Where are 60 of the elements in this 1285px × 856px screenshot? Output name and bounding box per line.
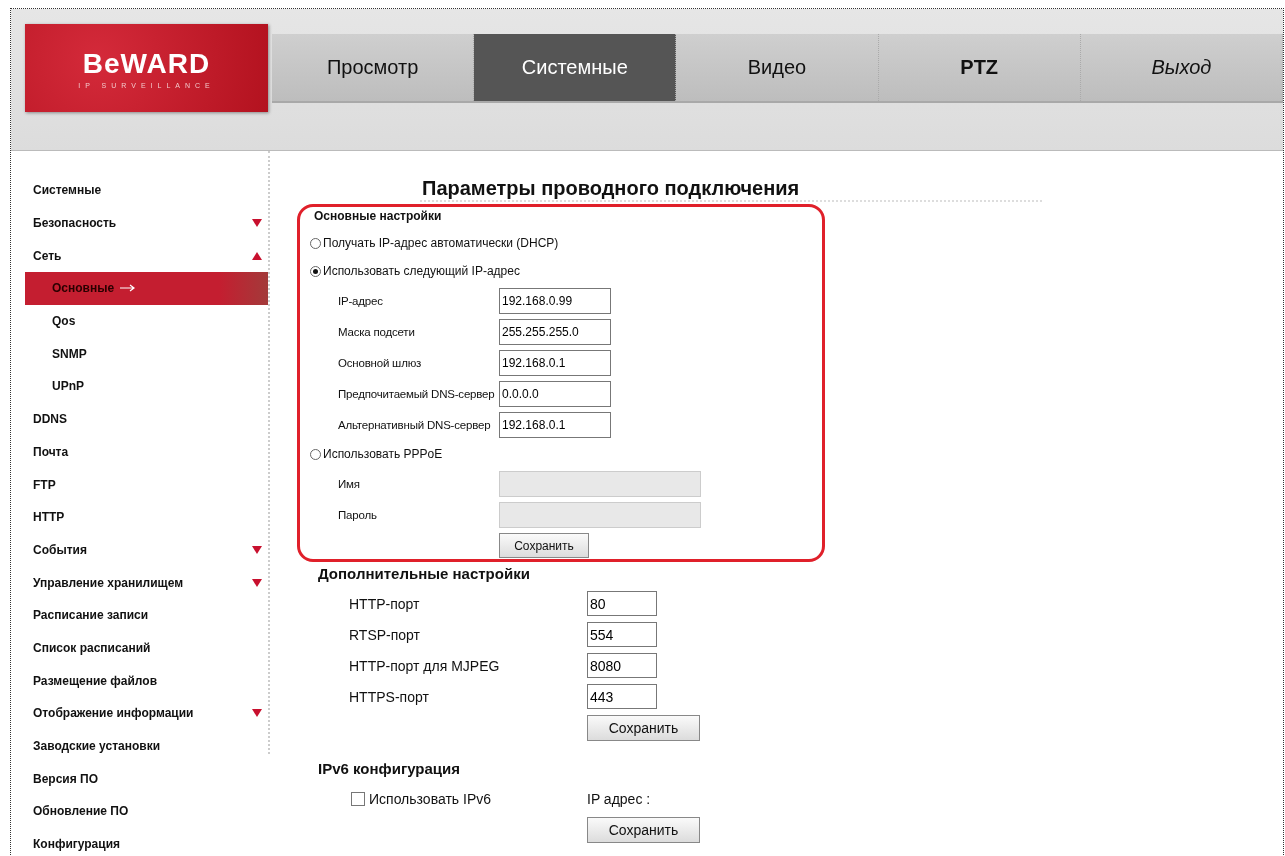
field-label: IP-адрес	[337, 294, 384, 307]
sidebar-item[interactable]: FTP	[25, 468, 268, 501]
sidebar-item[interactable]: DDNS	[25, 402, 268, 436]
field-label: HTTP-порт	[348, 595, 421, 612]
input-field[interactable]: 192.168.0.99	[499, 287, 611, 314]
checkbox-label: Использовать IPv6	[369, 790, 491, 807]
field-label: HTTP-порт для MJPEG	[348, 657, 501, 674]
field-label: Пароль	[337, 508, 378, 521]
input-field[interactable]: 255.255.255.0	[499, 318, 611, 345]
nav-tab[interactable]: Выход	[1080, 34, 1283, 101]
input-field[interactable]: 554	[587, 622, 657, 647]
field-label: Предпочитаемый DNS-сервер	[337, 387, 496, 400]
sidebar-item[interactable]: Системные	[25, 174, 268, 207]
checkbox[interactable]	[351, 791, 365, 806]
nav-tab[interactable]: Видео	[676, 34, 879, 101]
sidebar-item[interactable]: Почта	[25, 435, 268, 469]
sidebar-item[interactable]: Qos	[25, 304, 268, 338]
save-button[interactable]: Сохранить	[587, 714, 700, 741]
nav-tab[interactable]: PTZ	[878, 34, 1081, 101]
field-label: Имя	[337, 477, 361, 490]
field-label: HTTPS-порт	[348, 688, 430, 705]
sidebar-item[interactable]: Версия ПО	[25, 762, 268, 796]
sidebar-item[interactable]: Расписание записи	[25, 598, 268, 632]
radio-label: Получать IP-адрес автоматически (DHCP)	[323, 236, 559, 250]
nav-tab[interactable]: Системные	[474, 34, 677, 101]
sidebar-item[interactable]: Обновление ПО	[25, 795, 268, 828]
sidebar-item[interactable]: Заводские установки	[25, 729, 268, 763]
field-label: Альтернативный DNS-сервер	[337, 418, 492, 431]
page-title: Параметры проводного подключения	[422, 177, 800, 199]
field-label: IP адрес :	[587, 790, 651, 807]
sidebar-item[interactable]: Управление хранилищем	[25, 566, 268, 599]
sidebar-item[interactable]: Отображение информации	[25, 697, 268, 730]
section-title: Дополнительные настройки	[318, 564, 531, 584]
sidebar-item[interactable]: UPnP	[25, 370, 268, 403]
sidebar-item[interactable]: Безопасность	[25, 206, 268, 240]
input-field[interactable]: 80	[587, 591, 657, 616]
nav-tab[interactable]: Просмотр	[272, 34, 475, 101]
field-label: RTSP-порт	[348, 626, 421, 643]
right-arrow-icon	[120, 284, 137, 293]
input-field[interactable]: 0.0.0.0	[499, 380, 611, 407]
sidebar-item[interactable]: Сеть	[25, 239, 268, 273]
input-field[interactable]: 8080	[587, 653, 657, 678]
input-field[interactable]: 443	[587, 684, 657, 709]
logo-brand: BeWARD	[82, 47, 211, 80]
radio-label: Использовать следующий IP-адрес	[323, 264, 520, 278]
save-button[interactable]: Сохранить	[499, 533, 589, 558]
sidebar-item[interactable]: Список расписаний	[25, 631, 268, 665]
input-field[interactable]: 192.168.0.1	[499, 411, 611, 438]
save-button[interactable]: Сохранить	[587, 816, 700, 843]
section-title: IPv6 конфигурация	[318, 759, 461, 779]
field-label: Основной шлюз	[337, 356, 423, 369]
sidebar-item[interactable]: События	[25, 533, 268, 567]
field-label: Маска подсети	[337, 325, 416, 338]
sidebar-item[interactable]: HTTP	[25, 500, 268, 534]
sidebar-item[interactable]: Конфигурация	[25, 827, 268, 856]
radio-label: Использовать PPPoE	[323, 447, 443, 461]
input-field[interactable]: 192.168.0.1	[499, 349, 611, 376]
sidebar-item[interactable]: SNMP	[25, 337, 268, 371]
sidebar-item[interactable]: Размещение файлов	[25, 664, 268, 697]
section-title: Основные настройки	[314, 209, 443, 225]
